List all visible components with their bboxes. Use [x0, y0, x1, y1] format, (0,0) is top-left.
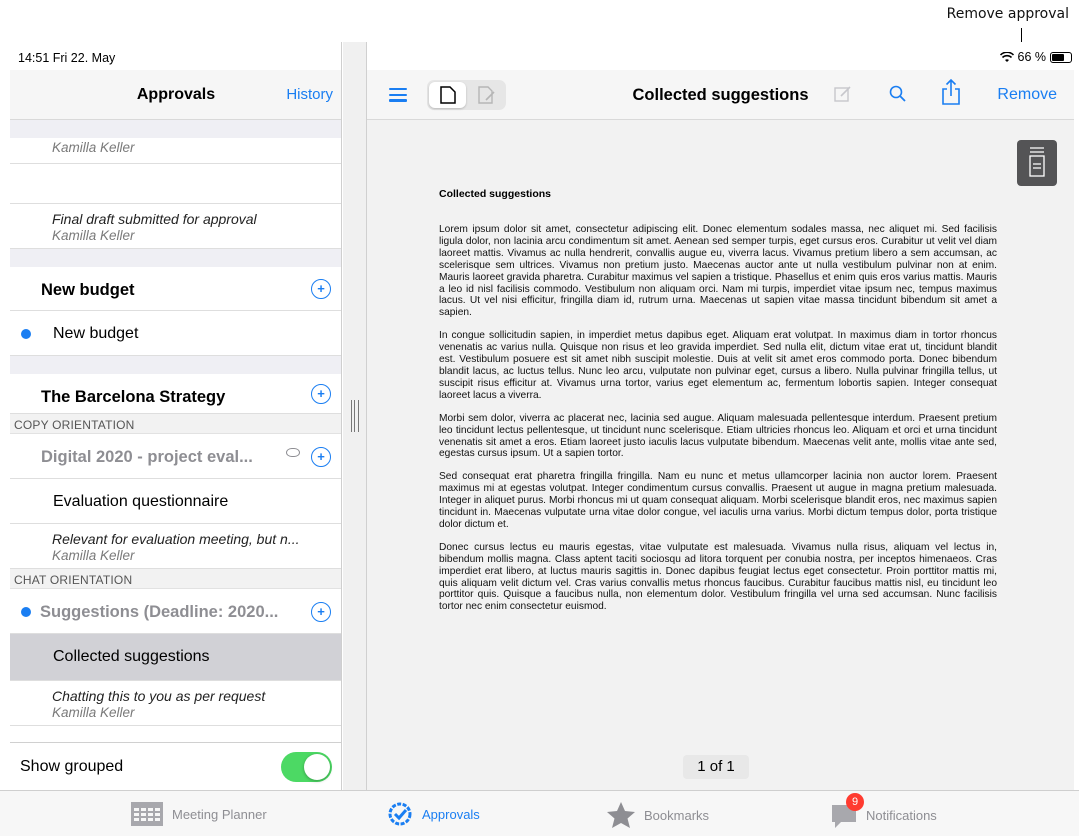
- comment-title: Final draft submitted for approval: [52, 211, 257, 227]
- document-title: Collected suggestions: [53, 648, 210, 665]
- tab-bookmarks[interactable]: Bookmarks: [606, 801, 709, 829]
- unread-dot-icon: [21, 329, 31, 339]
- section-caption: CHAT ORIENTATION: [10, 569, 341, 589]
- wifi-icon: [999, 51, 1014, 62]
- document-canvas[interactable]: Collected suggestions Lorem ipsum dolor …: [367, 120, 1074, 790]
- list-item-empty: [10, 164, 341, 204]
- share-icon[interactable]: [940, 78, 962, 106]
- document-title: Evaluation questionnaire: [53, 493, 229, 510]
- battery-percent: 66 %: [1017, 50, 1047, 64]
- notifications-icon-wrap: 9: [830, 793, 864, 829]
- document-viewer: 66 % Collected suggestions Remove Collec…: [367, 42, 1074, 790]
- list-item-comment[interactable]: Chatting this to you as per request Kami…: [10, 681, 341, 726]
- group-new-budget[interactable]: New budget +: [10, 267, 341, 311]
- drag-handle-icon[interactable]: [351, 400, 359, 432]
- notification-count-badge: 9: [846, 793, 864, 811]
- thumbnails-button[interactable]: [1017, 140, 1057, 186]
- eye-icon: [286, 448, 300, 457]
- group-title: New budget: [41, 281, 135, 299]
- status-indicators: 66 %: [999, 50, 1072, 64]
- show-grouped-label: Show grouped: [20, 758, 124, 775]
- comment-author: Kamilla Keller: [52, 140, 135, 155]
- annotation-label: Remove approval: [946, 6, 1069, 22]
- unread-dot-icon: [21, 607, 31, 617]
- approval-check-icon: [388, 802, 412, 826]
- document-paragraph: Lorem ipsum dolor sit amet, consectetur …: [439, 224, 997, 319]
- group-title: Digital 2020 - project eval...: [41, 448, 253, 466]
- document-paragraph: Morbi sem dolor, viverra ac placerat nec…: [439, 412, 997, 460]
- ipad-screen: 14:51 Fri 22. May Approvals History Kami…: [0, 42, 1079, 836]
- document-nav-bar: Collected suggestions Remove: [367, 70, 1074, 120]
- calendar-icon: [131, 802, 163, 826]
- show-grouped-toggle[interactable]: [281, 752, 332, 782]
- section-separator: [10, 249, 341, 267]
- document-title: New budget: [53, 325, 139, 342]
- page-indicator: 1 of 1: [683, 755, 749, 779]
- group-suggestions[interactable]: Suggestions (Deadline: 2020... +: [10, 589, 341, 634]
- edit-icon[interactable]: [833, 84, 853, 104]
- tab-notifications[interactable]: 9 Notifications: [830, 793, 937, 829]
- tab-meeting-planner[interactable]: Meeting Planner: [130, 801, 267, 827]
- document-page: Collected suggestions Lorem ipsum dolor …: [439, 188, 997, 788]
- document-item-collected-suggestions[interactable]: Collected suggestions: [10, 634, 341, 681]
- group-title: The Barcelona Strategy: [41, 388, 226, 406]
- tab-label: Bookmarks: [644, 807, 710, 823]
- sidebar-nav-bar: Approvals History: [10, 70, 341, 120]
- comment-author: Kamilla Keller: [52, 228, 135, 243]
- show-grouped-row: Show grouped: [10, 742, 341, 790]
- document-paragraph: In congue sollicitudin sapien, in imperd…: [439, 330, 997, 401]
- tab-bar: Meeting Planner Approvals Bookmarks 9 No…: [0, 790, 1079, 836]
- status-time: 14:51 Fri 22. May: [18, 51, 116, 65]
- comment-title: Relevant for evaluation meeting, but n..…: [52, 531, 300, 547]
- star-icon: [607, 802, 635, 828]
- group-barcelona-strategy[interactable]: The Barcelona Strategy +: [10, 374, 341, 414]
- history-button[interactable]: History: [286, 86, 333, 103]
- document-paragraph: Donec cursus lectus eu mauris egestas, v…: [439, 541, 997, 613]
- document-paragraph: Sed consequat erat pharetra fringilla fr…: [439, 471, 997, 530]
- tab-approvals[interactable]: Approvals: [386, 801, 480, 827]
- list-item-comment[interactable]: Relevant for evaluation meeting, but n..…: [10, 524, 341, 569]
- section-separator: [10, 356, 341, 374]
- toggle-knob: [304, 754, 330, 780]
- split-view-divider[interactable]: [343, 42, 367, 790]
- page-root: Remove approval 14:51 Fri 22. May Approv…: [0, 0, 1079, 836]
- tab-label: Notifications: [866, 807, 937, 823]
- list-item-comment[interactable]: Kamilla Keller: [10, 138, 341, 164]
- section-separator: [10, 120, 341, 138]
- approvals-list: Kamilla Keller Final draft submitted for…: [10, 120, 341, 726]
- comment-author: Kamilla Keller: [52, 705, 135, 720]
- comment-author: Kamilla Keller: [52, 548, 135, 563]
- page-thumbnails-icon: [1029, 147, 1045, 177]
- battery-icon: [1050, 51, 1072, 63]
- add-comment-icon[interactable]: +: [311, 447, 331, 467]
- add-comment-icon[interactable]: +: [311, 279, 331, 299]
- add-comment-icon[interactable]: +: [311, 384, 331, 404]
- document-item-new-budget[interactable]: New budget: [10, 311, 341, 356]
- add-comment-icon[interactable]: +: [311, 602, 331, 622]
- list-item-comment[interactable]: Final draft submitted for approval Kamil…: [10, 204, 341, 249]
- document-heading: Collected suggestions: [439, 188, 552, 200]
- group-title: Suggestions (Deadline: 2020...: [40, 603, 279, 621]
- tab-label: Approvals: [422, 806, 480, 822]
- section-caption: COPY ORIENTATION: [10, 414, 341, 434]
- search-icon[interactable]: [888, 84, 908, 104]
- remove-approval-button[interactable]: Remove: [997, 86, 1057, 104]
- group-digital-2020[interactable]: Digital 2020 - project eval... +: [10, 434, 341, 479]
- comment-title: Chatting this to you as per request: [52, 688, 266, 704]
- approvals-sidebar: 14:51 Fri 22. May Approvals History Kami…: [10, 42, 342, 790]
- document-title-header: Collected suggestions: [632, 86, 809, 104]
- document-item-evaluation[interactable]: Evaluation questionnaire: [10, 479, 341, 524]
- tab-label: Meeting Planner: [172, 806, 267, 822]
